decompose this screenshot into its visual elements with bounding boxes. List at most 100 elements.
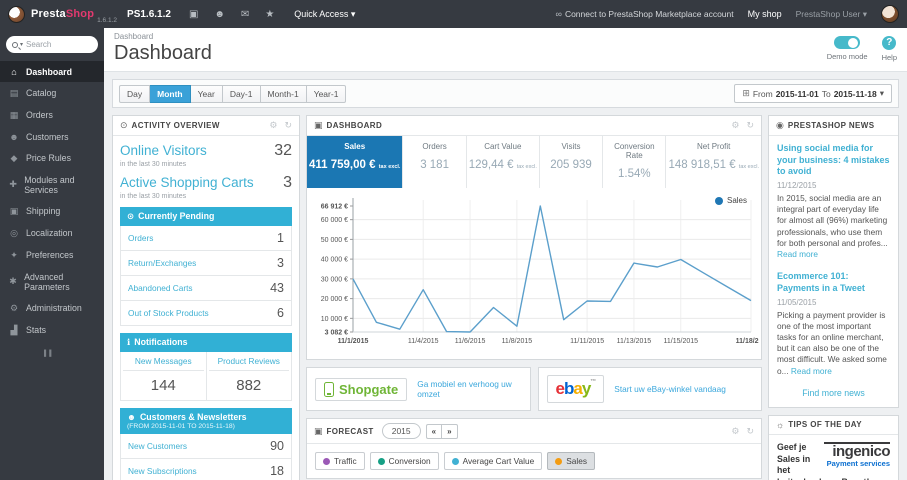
advanced-parameters-icon: ✱ [9, 276, 17, 286]
pending-abandoned-carts-row[interactable]: Abandoned Carts 43 [121, 276, 291, 301]
active-carts-metric: Active Shopping Carts 3 in the last 30 mi… [120, 174, 292, 200]
sidebar-item-advanced-parameters[interactable]: ✱ Advanced Parameters [0, 266, 104, 297]
sidebar-item-price-rules[interactable]: ◆ Price Rules [0, 147, 104, 169]
breadcrumb[interactable]: Dashboard [114, 32, 212, 41]
activity-icon: ⊙ [120, 120, 128, 130]
shopgate-module: Shopgate Ga mobiel en verhoog uw omzet [306, 367, 531, 411]
panel-refresh-icon[interactable]: ↻ [746, 426, 754, 437]
shopgate-link[interactable]: Ga mobiel en verhoog uw omzet [417, 379, 521, 399]
customer-icon[interactable]: ☻ [214, 9, 225, 20]
new-subscriptions-row[interactable]: New Subscriptions 18 [121, 459, 291, 480]
article-title-link[interactable]: Ecommerce 101: Payments in a Tweet [777, 271, 890, 294]
trophy-icon[interactable]: ★ [265, 9, 274, 20]
toggle-on-icon[interactable] [834, 36, 861, 49]
new-customers-row[interactable]: New Customers 90 [121, 434, 291, 459]
pending-returns-row[interactable]: Return/Exchanges 3 [121, 251, 291, 276]
range-month-button[interactable]: Month [150, 84, 191, 103]
search-scope-caret-icon[interactable]: ▾ [20, 41, 23, 48]
dashboard-panel: ▣ DASHBOARD ⚙ ↻ Sales 411 759,00 € tax e… [306, 115, 766, 360]
kpi-orders[interactable]: Orders 3 181 [403, 136, 467, 188]
sidebar-item-stats[interactable]: ▟ Stats [0, 319, 104, 341]
page-header: Dashboard Dashboard Demo mode ? Help [104, 28, 907, 72]
quick-access-menu[interactable]: Quick Access ▾ [294, 9, 355, 20]
forecast-year-select[interactable]: 2015 [381, 423, 421, 439]
panel-settings-icon[interactable]: ⚙ [731, 120, 739, 131]
date-range-toolbar: Day Month Year Day-1 Month-1 Year-1 ⊞ Fr… [112, 79, 899, 108]
forecast-sales-button[interactable]: Sales [547, 452, 595, 470]
ebay-logo[interactable]: ebay™ [546, 375, 605, 403]
online-visitors-link[interactable]: Online Visitors [120, 143, 207, 158]
pending-out-of-stock-row[interactable]: Out of Stock Products 6 [121, 301, 291, 325]
customers-list: New Customers90 New Subscriptions18 Tota… [120, 434, 292, 480]
forecast-avg-cart-button[interactable]: Average Cart Value [443, 452, 543, 470]
shopgate-logo[interactable]: Shopgate [315, 377, 408, 401]
panel-refresh-icon[interactable]: ↻ [284, 120, 292, 131]
panel-refresh-icon[interactable]: ↻ [746, 120, 754, 131]
sidebar-item-localization[interactable]: ◎ Localization [0, 222, 104, 244]
svg-text:11/13/2015: 11/13/2015 [617, 338, 652, 345]
sidebar-item-dashboard[interactable]: ⌂ Dashboard [0, 61, 104, 82]
chart-legend[interactable]: Sales [714, 196, 747, 205]
sidebar-item-preferences[interactable]: ✦ Preferences [0, 244, 104, 266]
brand[interactable]: PrestaShop [31, 8, 94, 20]
new-messages-cell[interactable]: New Messages 144 [121, 352, 207, 400]
panel-settings-icon[interactable]: ⚙ [269, 120, 277, 131]
phone-icon [324, 381, 334, 397]
help-icon[interactable]: ? [882, 36, 897, 50]
sidebar-item-shipping[interactable]: ▣ Shipping [0, 200, 104, 222]
find-more-news-link[interactable]: Find more news [777, 388, 890, 398]
sidebar-search[interactable]: ▾ [6, 36, 98, 53]
range-year-button[interactable]: Year [190, 84, 223, 103]
read-more-link[interactable]: Read more [791, 366, 832, 376]
cart-icon[interactable]: ▣ [189, 9, 198, 20]
sidebar-collapse-icon[interactable]: ▌▌ [0, 341, 104, 357]
my-shop-link[interactable]: My shop [748, 9, 782, 19]
range-year-1-button[interactable]: Year-1 [306, 84, 347, 103]
ingenico-logo: ingenico Payment services [824, 441, 891, 469]
kpi-visits[interactable]: Visits 205 939 [540, 136, 604, 188]
user-menu[interactable]: PrestaShop User ▾ [796, 9, 867, 20]
kpi-sales[interactable]: Sales 411 759,00 € tax excl. [307, 136, 404, 188]
prestashop-logo-icon[interactable] [8, 5, 25, 23]
shop-name[interactable]: PS1.6.1.2 [127, 9, 171, 20]
kpi-net-profit[interactable]: Net Profit 148 918,51 € tax excl. [666, 136, 761, 188]
forecast-traffic-button[interactable]: Traffic [315, 452, 365, 470]
messages-icon[interactable]: ✉ [241, 9, 249, 20]
help-button[interactable]: ? Help [882, 36, 897, 62]
read-more-link[interactable]: Read more [777, 249, 818, 259]
search-input[interactable] [26, 40, 92, 49]
forecast-conversion-button[interactable]: Conversion [369, 452, 439, 470]
range-month-1-button[interactable]: Month-1 [260, 84, 307, 103]
svg-text:11/4/2015: 11/4/2015 [408, 338, 439, 345]
sidebar-item-customers[interactable]: ☻ Customers [0, 126, 104, 147]
sidebar-item-administration[interactable]: ⚙ Administration [0, 297, 104, 319]
date-range-picker[interactable]: ⊞ From 2015-11-01 To 2015-11-18 ▾ [734, 84, 892, 103]
article-title-link[interactable]: Using social media for your business: 4 … [777, 143, 890, 178]
traffic-dot-icon [323, 457, 330, 465]
sidebar-item-catalog[interactable]: ▤ Catalog [0, 82, 104, 104]
price-rules-icon: ◆ [10, 152, 18, 163]
active-carts-link[interactable]: Active Shopping Carts [120, 175, 254, 190]
administration-icon: ⚙ [9, 302, 19, 313]
kpi-cart-value[interactable]: Cart Value 129,44 € tax excl. [467, 136, 540, 188]
panel-settings-icon[interactable]: ⚙ [731, 426, 739, 437]
sidebar-item-modules[interactable]: ✚ Modules and Services [0, 169, 104, 200]
forecast-next-button[interactable]: » [441, 423, 458, 439]
pending-orders-row[interactable]: Orders 1 [121, 226, 291, 251]
kpi-conversion-rate[interactable]: Conversion Rate 1.54% [603, 136, 667, 188]
product-reviews-cell[interactable]: Product Reviews 882 [207, 352, 292, 400]
range-day-button[interactable]: Day [119, 84, 151, 103]
top-bar: PrestaShop 1.6.1.2 PS1.6.1.2 ▣ ☻ ✉ ★ Qui… [0, 0, 907, 28]
calendar-icon: ⊞ [742, 88, 750, 98]
range-day-1-button[interactable]: Day-1 [222, 84, 261, 103]
marketplace-link[interactable]: ∞ Connect to PrestaShop Marketplace accou… [556, 9, 734, 19]
sidebar-item-orders[interactable]: ▦ Orders [0, 104, 104, 126]
ebay-link[interactable]: Start uw eBay-winkel vandaag [614, 384, 726, 394]
ebay-module: ebay™ Start uw eBay-winkel vandaag [537, 367, 762, 411]
preferences-icon: ✦ [10, 249, 18, 260]
avatar[interactable] [881, 5, 899, 23]
forecast-prev-button[interactable]: « [425, 423, 442, 439]
demo-mode-toggle[interactable]: Demo mode [827, 36, 868, 61]
svg-text:60 000 €: 60 000 € [321, 217, 348, 224]
pending-list: Orders 1 Return/Exchanges 3 Abandoned Cart… [120, 226, 292, 326]
